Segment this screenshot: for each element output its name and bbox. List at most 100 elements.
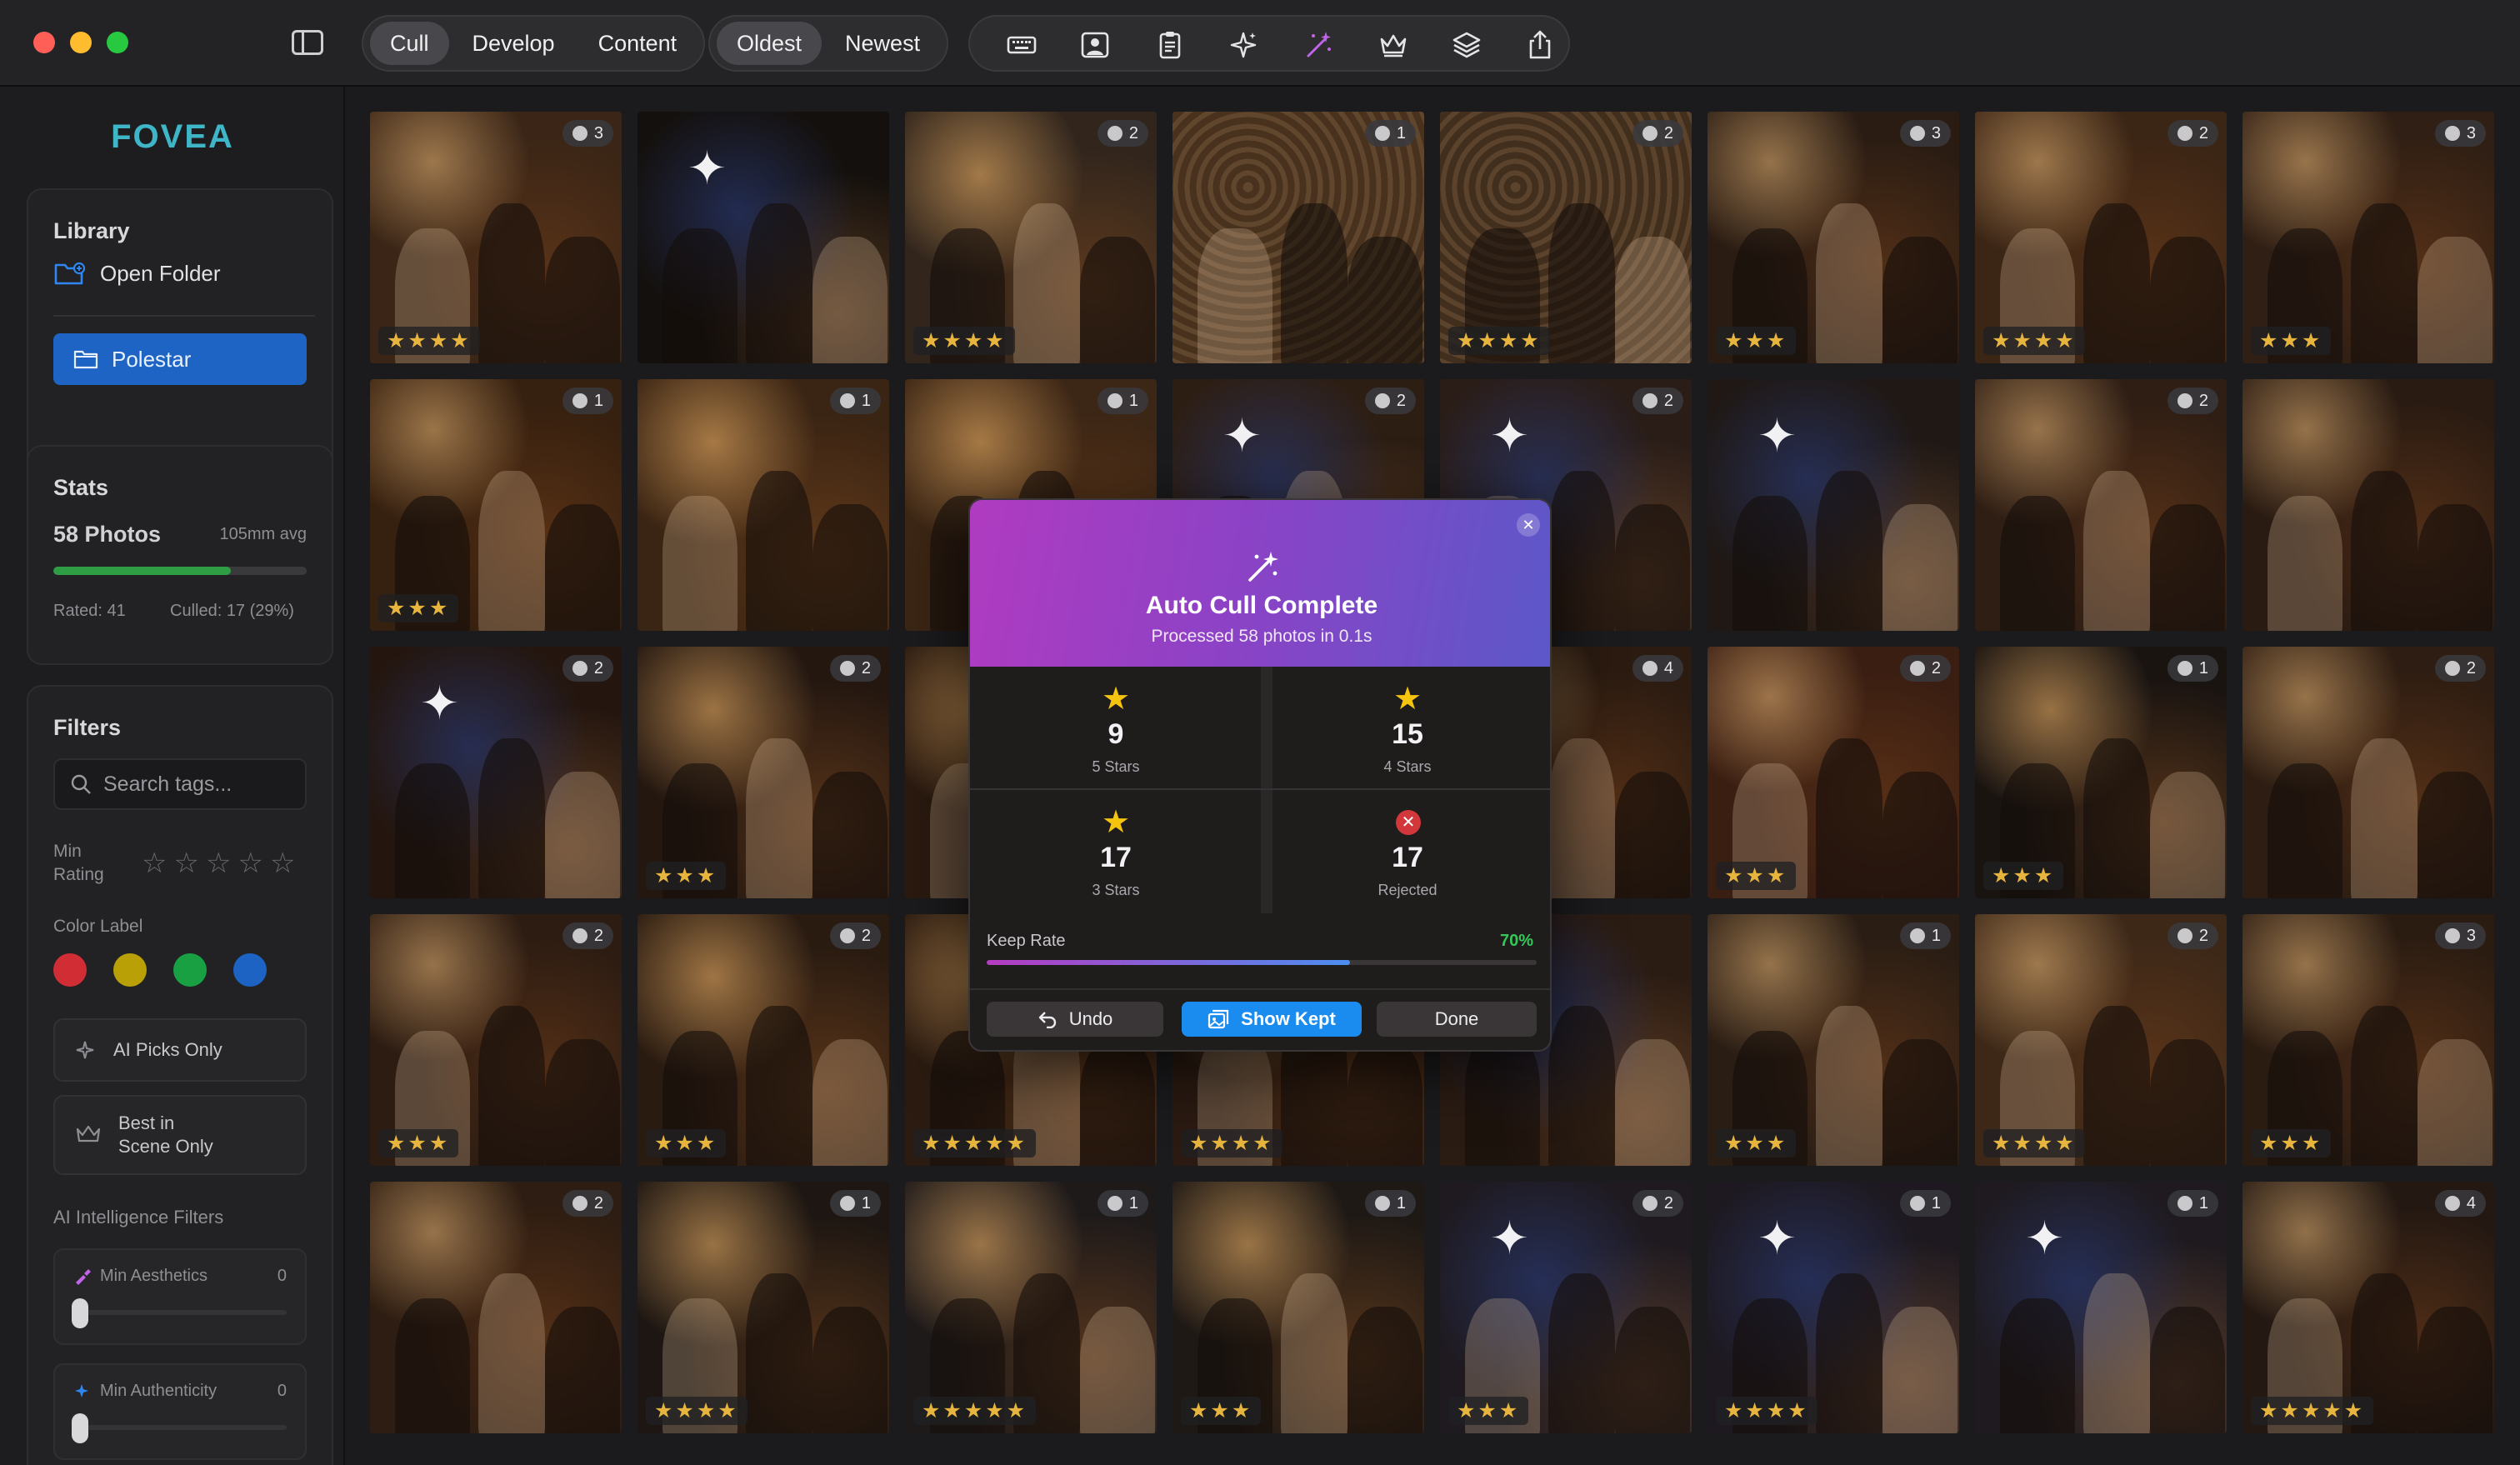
close-window-button[interactable]: [33, 32, 55, 53]
face-count: 1: [1128, 1193, 1138, 1212]
undo-button[interactable]: Undo: [987, 1002, 1163, 1037]
zoom-window-button[interactable]: [107, 32, 128, 53]
color-label-yellow[interactable]: [113, 953, 147, 987]
face-count-badge: 1: [1899, 922, 1951, 949]
photo-thumbnail[interactable]: 2: [2242, 647, 2494, 898]
photo-thumbnail[interactable]: 1 ★★★: [370, 379, 622, 631]
undo-label: Undo: [1068, 1008, 1113, 1029]
photo-thumbnail[interactable]: 1 ★★★: [1975, 647, 2227, 898]
star-rating: ★★★: [1983, 862, 2064, 890]
face-count-badge: 2: [1097, 120, 1148, 147]
photo-thumbnail[interactable]: 3 ★★★★: [370, 112, 622, 363]
tag-search-input[interactable]: [103, 772, 295, 797]
photo-thumbnail[interactable]: 2 ★★★★: [1440, 112, 1692, 363]
minimize-window-button[interactable]: [70, 32, 92, 53]
rejected-count: 17: [1392, 842, 1423, 873]
share-icon[interactable]: [1523, 28, 1557, 62]
photo-thumbnail[interactable]: 3 ★★★: [1708, 112, 1959, 363]
face-icon: [839, 661, 855, 676]
photo-thumbnail[interactable]: 1 ★★★: [1708, 914, 1959, 1166]
photo-thumbnail[interactable]: [2242, 379, 2494, 631]
face-count: 1: [1931, 1193, 1941, 1212]
photo-figure: [2083, 1273, 2150, 1433]
photo-thumbnail[interactable]: 4 ★★★★★: [2242, 1182, 2494, 1433]
photo-thumbnail[interactable]: ✦: [1708, 379, 1959, 631]
tab-develop[interactable]: Develop: [452, 22, 575, 65]
face-count-badge: 3: [1899, 120, 1951, 147]
open-folder-button[interactable]: Open Folder: [53, 260, 221, 287]
crown-icon[interactable]: [1377, 28, 1410, 62]
face-count: 3: [1931, 123, 1941, 142]
photo-figure: [545, 504, 620, 631]
photo-figure: [2268, 496, 2342, 631]
ai-picks-only-toggle[interactable]: AI Picks Only: [53, 1018, 307, 1082]
show-kept-button[interactable]: Show Kept: [1182, 1002, 1362, 1037]
sort-newest-button[interactable]: Newest: [825, 22, 940, 65]
folder-item-polestar[interactable]: Polestar: [53, 333, 307, 385]
sort-oldest-button[interactable]: Oldest: [717, 22, 822, 65]
polestar-logo-icon: ✦: [420, 677, 459, 729]
layers-icon[interactable]: [1450, 28, 1483, 62]
photo-thumbnail[interactable]: 2 ★★★★: [905, 112, 1157, 363]
done-button[interactable]: Done: [1377, 1002, 1537, 1037]
polestar-logo-icon: ✦: [1758, 409, 1797, 462]
photo-thumbnail[interactable]: 3 ★★★: [2242, 112, 2494, 363]
tag-search-field[interactable]: [53, 758, 307, 810]
photo-thumbnail[interactable]: 2: [370, 1182, 622, 1433]
photo-thumbnail[interactable]: ✦ 1 ★★★★: [1708, 1182, 1959, 1433]
rating-star-4[interactable]: ☆: [238, 847, 262, 880]
portrait-icon[interactable]: [1078, 28, 1112, 62]
face-icon: [2177, 393, 2192, 408]
keyboard-icon[interactable]: [1005, 28, 1038, 62]
photo-thumbnail[interactable]: 2 ★★★: [638, 914, 889, 1166]
close-icon[interactable]: ✕: [1517, 513, 1540, 537]
star-rating: ★★★: [646, 862, 727, 890]
min-aesthetics-slider[interactable]: Min Aesthetics 0: [53, 1248, 307, 1345]
photo-thumbnail[interactable]: ✦ 1: [1975, 1182, 2227, 1433]
face-count: 2: [2198, 123, 2208, 142]
sparkles-icon[interactable]: [1227, 28, 1260, 62]
photo-thumbnail[interactable]: 1 ★★★★: [638, 1182, 889, 1433]
face-count: 1: [1396, 123, 1406, 142]
photo-thumbnail[interactable]: 2 ★★★: [1708, 647, 1959, 898]
photo-thumbnail[interactable]: 2 ★★★: [370, 914, 622, 1166]
three-star-stat: ★ 17 3 Stars: [970, 790, 1262, 913]
photo-thumbnail[interactable]: 1: [1172, 112, 1424, 363]
magic-wand-icon[interactable]: [1302, 28, 1335, 62]
photo-thumbnail[interactable]: 2 ★★★: [638, 647, 889, 898]
photo-thumbnail[interactable]: 1 ★★★: [1172, 1182, 1424, 1433]
rating-star-3[interactable]: ☆: [206, 847, 231, 880]
face-icon: [1374, 126, 1390, 141]
photo-thumbnail[interactable]: ✦ 2: [370, 647, 622, 898]
photo-thumbnail[interactable]: 1: [638, 379, 889, 631]
color-label-blue[interactable]: [233, 953, 267, 987]
rating-star-1[interactable]: ☆: [142, 847, 167, 880]
slider-knob[interactable]: [72, 1298, 88, 1328]
tab-cull[interactable]: Cull: [370, 22, 449, 65]
face-count-badge: 2: [562, 655, 613, 682]
face-count: 1: [2198, 658, 2208, 678]
crown-icon: [76, 1125, 101, 1142]
rating-star-5[interactable]: ☆: [270, 847, 295, 880]
color-label-green[interactable]: [173, 953, 207, 987]
photo-thumbnail[interactable]: 2 ★★★★: [1975, 914, 2227, 1166]
tab-content[interactable]: Content: [578, 22, 698, 65]
photo-thumbnail[interactable]: 3 ★★★: [2242, 914, 2494, 1166]
photo-thumbnail[interactable]: ✦ 2 ★★★: [1440, 1182, 1692, 1433]
clipboard-icon[interactable]: [1153, 28, 1187, 62]
best-in-scene-toggle[interactable]: Best in Scene Only: [53, 1095, 307, 1175]
min-authenticity-slider[interactable]: Min Authenticity 0: [53, 1363, 307, 1460]
face-icon: [572, 393, 588, 408]
rating-star-2[interactable]: ☆: [173, 847, 198, 880]
sidebar-toggle-icon[interactable]: [292, 30, 323, 55]
photo-thumbnail[interactable]: 1 ★★★★★: [905, 1182, 1157, 1433]
color-label-red[interactable]: [53, 953, 87, 987]
photo-thumbnail[interactable]: 2 ★★★★: [1975, 112, 2227, 363]
star-rating: ★★★★: [1983, 327, 2085, 355]
star-rating: ★★★★: [913, 327, 1015, 355]
mode-segmented-control: Cull Develop Content: [362, 15, 706, 72]
slider-knob[interactable]: [72, 1413, 88, 1443]
photo-thumbnail[interactable]: 2: [1975, 379, 2227, 631]
photo-figure: [2418, 772, 2492, 898]
photo-thumbnail[interactable]: ✦: [638, 112, 889, 363]
